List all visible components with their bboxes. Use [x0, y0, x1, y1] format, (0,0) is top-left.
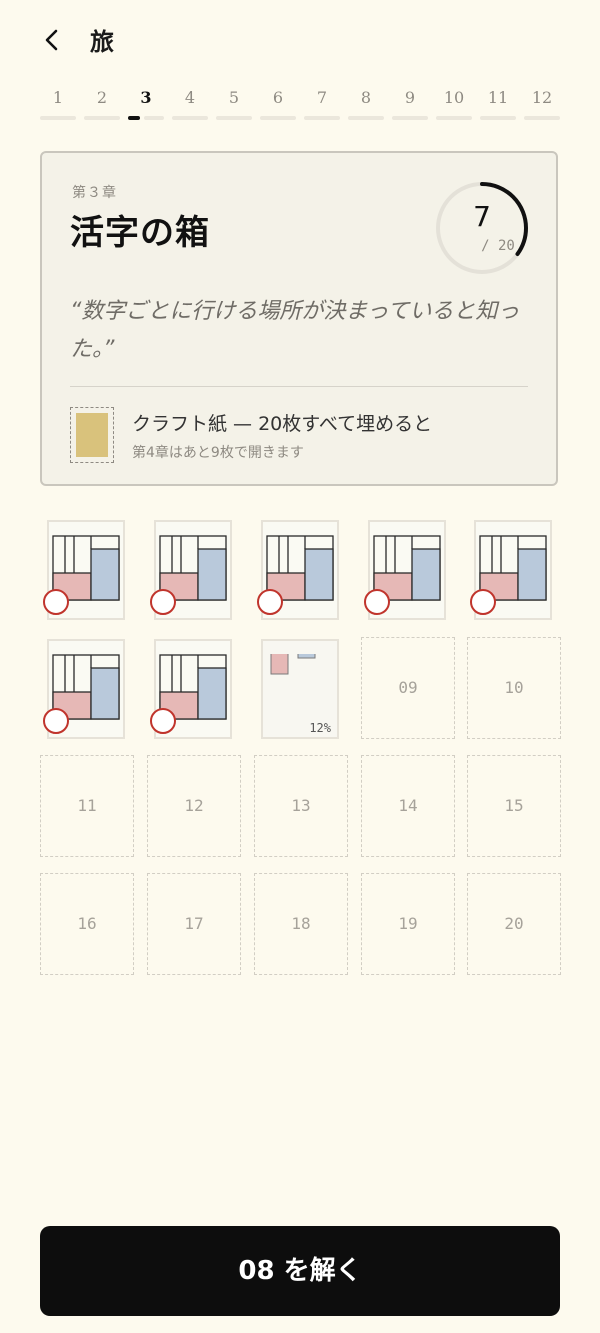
puzzle-cell-locked[interactable]: 19: [361, 873, 455, 975]
puzzle-cell-completed[interactable]: [41, 639, 135, 745]
partial-layout-icon: [270, 654, 316, 675]
chapter-tab-number: 11: [487, 88, 509, 107]
chapter-tab-number: 2: [96, 88, 108, 107]
chapter-tab-number: 3: [140, 88, 152, 107]
chapter-tab-number: 9: [404, 88, 416, 107]
puzzle-cell-completed[interactable]: [468, 520, 562, 626]
reward-note: 第4章はあと9枚で開きます: [132, 445, 304, 461]
cell-number: 12: [184, 796, 204, 815]
chapter-tab-number: 7: [316, 88, 328, 107]
cell-number: 13: [291, 796, 311, 815]
chapter-tab[interactable]: 4: [172, 86, 208, 122]
puzzle-cell-completed[interactable]: [41, 520, 135, 626]
cell-number: 09: [398, 678, 418, 697]
completed-stamp-icon: [150, 708, 176, 734]
chapter-tab-bar: [392, 116, 428, 120]
puzzle-cell-locked[interactable]: 14: [361, 755, 455, 857]
puzzle-cell-completed[interactable]: [362, 520, 456, 626]
chevron-left-icon: [45, 29, 58, 51]
puzzle-cell-completed[interactable]: [148, 520, 242, 626]
chapter-tab[interactable]: 5: [216, 86, 252, 122]
chapter-tab-bar: [524, 116, 560, 120]
completed-stamp-icon: [150, 589, 176, 615]
puzzle-thumbnail: 12%: [261, 639, 339, 739]
chapter-tab[interactable]: 8: [348, 86, 384, 122]
chapter-tab-bar: [128, 116, 164, 120]
reward-swatch: [70, 407, 114, 463]
chapter-tab-number: 6: [272, 88, 284, 107]
chapter-tab[interactable]: 2: [84, 86, 120, 122]
puzzle-cell-locked[interactable]: 17: [147, 873, 241, 975]
puzzle-cell-locked[interactable]: 20: [467, 873, 561, 975]
puzzle-cell-locked[interactable]: 12: [147, 755, 241, 857]
progress-total: / 20: [481, 238, 515, 254]
chapter-title: 活字の箱: [70, 213, 210, 253]
chapter-tab[interactable]: 12: [524, 86, 560, 122]
puzzle-cell-in-progress[interactable]: 12%: [255, 639, 349, 745]
chapter-tab[interactable]: 11: [480, 86, 516, 122]
progress-ring: 7 / 20: [434, 180, 530, 276]
reward-swatch-fill: [76, 413, 108, 457]
puzzle-cell-locked[interactable]: 10: [467, 637, 561, 739]
chapter-tab-bar: [348, 116, 384, 120]
completed-stamp-icon: [43, 589, 69, 615]
puzzle-cell-completed[interactable]: [255, 520, 349, 626]
cell-number: 18: [291, 914, 311, 933]
chapter-tab[interactable]: 9: [392, 86, 428, 122]
cell-number: 15: [504, 796, 524, 815]
back-button[interactable]: [38, 24, 68, 56]
puzzle-cell-locked[interactable]: 13: [254, 755, 348, 857]
chapter-tab-number: 10: [443, 88, 465, 107]
reward-title: クラフト紙 — 20枚すべて埋めると: [132, 413, 433, 435]
top-bar: 旅: [0, 0, 600, 80]
chapter-tab-number: 5: [228, 88, 240, 107]
divider: [70, 386, 528, 387]
completed-stamp-icon: [257, 589, 283, 615]
cell-number: 19: [398, 914, 418, 933]
chapter-quote: “数字ごとに行ける場所が決まっていると知った。”: [70, 299, 520, 362]
chapter-label: 第３章: [72, 185, 117, 201]
page-title: 旅: [90, 28, 115, 56]
chapter-tab-bar: [436, 116, 472, 120]
puzzle-cell-locked[interactable]: 09: [361, 637, 455, 739]
completed-stamp-icon: [470, 589, 496, 615]
chapter-tab-bar: [216, 116, 252, 120]
chapter-tab-number: 12: [531, 88, 553, 107]
puzzle-cell-locked[interactable]: 15: [467, 755, 561, 857]
cell-number: 14: [398, 796, 418, 815]
chapter-tab-active[interactable]: 3: [128, 86, 164, 122]
solve-button[interactable]: 08 を解く: [40, 1226, 560, 1316]
chapter-tab-bar: [260, 116, 296, 120]
chapter-tab-bar: [304, 116, 340, 120]
puzzle-cell-locked[interactable]: 11: [40, 755, 134, 857]
chapter-tab[interactable]: 7: [304, 86, 340, 122]
cell-number: 20: [504, 914, 524, 933]
puzzle-cell-locked[interactable]: 16: [40, 873, 134, 975]
chapter-tab-bar: [172, 116, 208, 120]
completed-stamp-icon: [43, 708, 69, 734]
chapter-tab[interactable]: 6: [260, 86, 296, 122]
chapter-tab-number: 8: [360, 88, 372, 107]
chapter-tab-bar: [40, 116, 76, 120]
progress-count: 7: [473, 200, 491, 233]
completed-stamp-icon: [364, 589, 390, 615]
cell-number: 16: [77, 914, 97, 933]
cell-number: 10: [504, 678, 524, 697]
chapter-tab-bar: [84, 116, 120, 120]
progress-percent: 12%: [309, 721, 331, 735]
chapter-tab[interactable]: 10: [436, 86, 472, 122]
chapter-tab-number: 1: [52, 88, 64, 107]
chapter-tab-number: 4: [184, 88, 196, 107]
chapter-tab[interactable]: 1: [40, 86, 76, 122]
chapter-tab-bar: [480, 116, 516, 120]
cell-number: 17: [184, 914, 204, 933]
chapter-tabs: 1 2 3 4 5 6 7 8 9 10 11 12: [40, 86, 560, 122]
puzzle-cell-completed[interactable]: [148, 639, 242, 745]
puzzle-cell-locked[interactable]: 18: [254, 873, 348, 975]
cell-number: 11: [77, 796, 97, 815]
chapter-card: 第３章 活字の箱 7 / 20 “数字ごとに行ける場所が決まっていると知った。”…: [40, 151, 558, 486]
